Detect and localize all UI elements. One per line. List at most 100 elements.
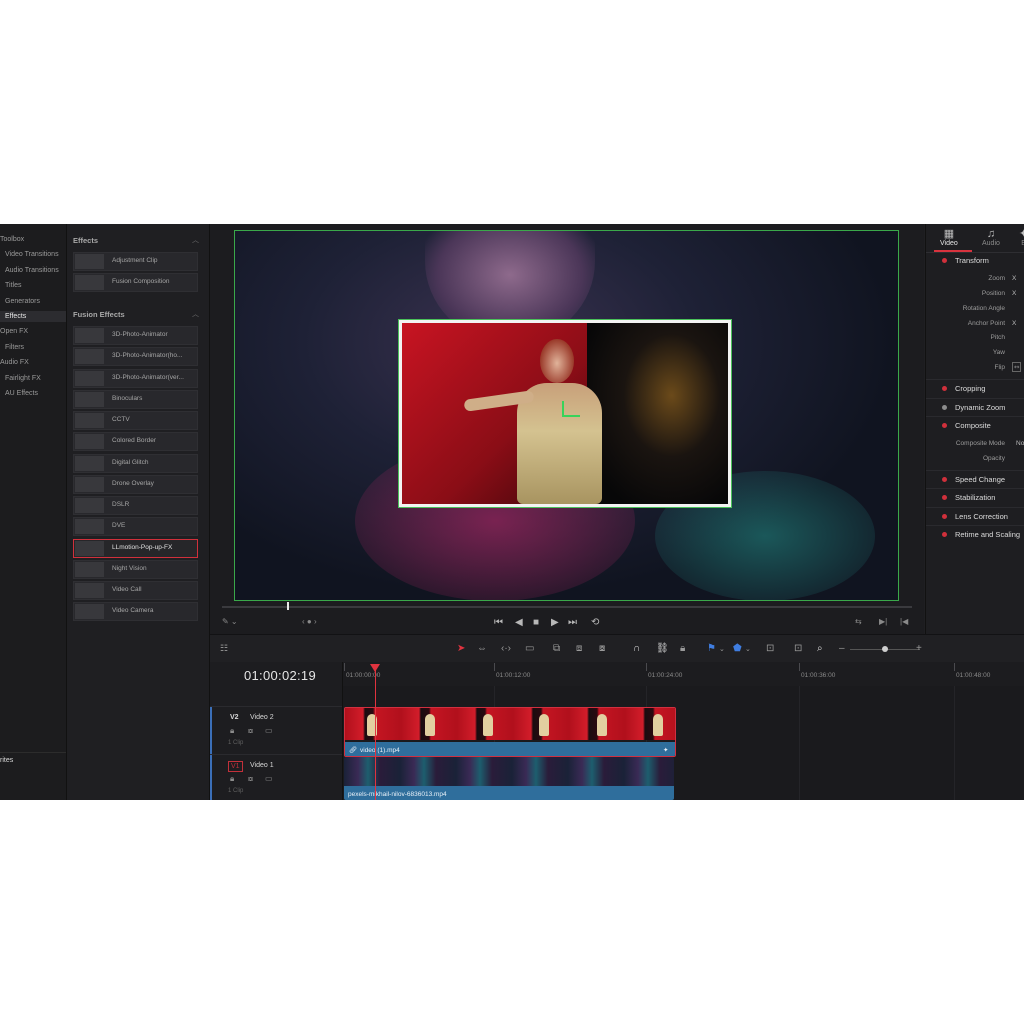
fusion-fx-icon[interactable]: ✦ xyxy=(663,746,668,754)
skip-to-end-icon[interactable]: ⏭ xyxy=(568,617,577,628)
effect-dslr[interactable]: DSLR xyxy=(73,496,198,515)
effect-video-camera[interactable]: Video Camera xyxy=(73,602,198,621)
effect-3d-photo-animator[interactable]: 3D-Photo-Animator xyxy=(73,326,198,345)
collapse-chevron-icon[interactable]: ︿ xyxy=(192,235,199,245)
toolbox-item-toolbox[interactable]: Toolbox xyxy=(0,236,24,243)
marker-dropdown-chevron-icon[interactable]: ⌄ xyxy=(745,645,751,653)
jog-control-icon[interactable]: ‹ ● › xyxy=(302,617,317,626)
lens-correction-header[interactable]: Lens Correction xyxy=(955,512,1008,521)
composite-enable-toggle[interactable] xyxy=(942,423,947,428)
effect-digital-glitch[interactable]: Digital Glitch xyxy=(73,454,198,473)
tab-video[interactable]: ▦ Video xyxy=(940,229,958,248)
stabilization-enable-toggle[interactable] xyxy=(942,495,947,500)
next-edit-icon[interactable]: ▶| xyxy=(879,617,887,626)
lens-correction-enable-toggle[interactable] xyxy=(942,514,947,519)
composite-mode-select[interactable]: No xyxy=(1016,440,1024,447)
clip-v2-video[interactable]: 🔗︎ video (1).mp4 ✦ xyxy=(344,707,676,757)
lock-icon[interactable]: 🔒︎ xyxy=(230,726,234,736)
zoom-custom-icon[interactable]: ⌕ xyxy=(817,643,823,654)
effects-section-header[interactable]: Effects xyxy=(73,236,98,245)
blade-tool-icon[interactable]: ▭ xyxy=(525,643,534,654)
toolbox-item-filters[interactable]: Filters xyxy=(5,344,24,351)
effect-drone-overlay[interactable]: Drone Overlay xyxy=(73,475,198,494)
lock-icon[interactable]: 🔒︎ xyxy=(230,774,234,784)
retime-scaling-enable-toggle[interactable] xyxy=(942,532,947,537)
toolbox-item-video-transitions[interactable]: Video Transitions xyxy=(5,251,59,258)
zoom-in-icon[interactable]: + xyxy=(916,643,922,654)
track-name[interactable]: Video 1 xyxy=(250,762,274,769)
overwrite-clip-icon[interactable]: ⧈ xyxy=(576,643,582,654)
stop-icon[interactable]: ■ xyxy=(533,617,539,628)
zoom-detail-icon[interactable]: ⊡ xyxy=(794,643,802,654)
transform-anchor-icon[interactable] xyxy=(562,401,580,417)
insert-clip-icon[interactable]: ⧉ xyxy=(553,643,560,654)
track-v1-header[interactable]: V1 Video 1 🔒︎ ⧇ ▭ 1 Clip xyxy=(210,754,342,800)
previous-edit-icon[interactable]: |◀ xyxy=(900,617,908,626)
favorites-label[interactable]: rites xyxy=(0,757,13,764)
track-v2-header[interactable]: V2 Video 2 🔒︎ ⧇ ▭ 1 Clip xyxy=(210,706,342,755)
auto-select-icon[interactable]: ⧇ xyxy=(248,774,253,784)
loop-icon[interactable]: ⟲ xyxy=(591,617,599,628)
timeline-tracks-area[interactable]: 🔗︎ video (1).mp4 ✦ pexels-mikhail-nilov-… xyxy=(343,686,1024,800)
playhead-handle[interactable] xyxy=(370,664,380,672)
toolbox-item-fairlight-fx[interactable]: Fairlight FX xyxy=(5,375,41,382)
tab-audio[interactable]: ♫ Audio xyxy=(982,229,1000,248)
effect-llmotion-pop-up-fx[interactable]: LLmotion-Pop-up-FX xyxy=(73,539,198,558)
position-x-field[interactable]: X xyxy=(1012,290,1016,297)
play-reverse-icon[interactable]: ◀ xyxy=(515,617,523,628)
effect-3d-photo-animator-ver[interactable]: 3D-Photo-Animator(ver... xyxy=(73,369,198,388)
trim-tool-icon[interactable]: ⇔ xyxy=(477,643,487,654)
cropping-header[interactable]: Cropping xyxy=(955,384,985,393)
effect-cctv[interactable]: CCTV xyxy=(73,411,198,430)
flip-horizontal-icon[interactable]: ⇿ xyxy=(1012,362,1022,372)
transform-header[interactable]: Transform xyxy=(955,256,989,265)
toolbox-item-titles[interactable]: Titles xyxy=(5,282,21,289)
effect-video-call[interactable]: Video Call xyxy=(73,581,198,600)
retime-scaling-header[interactable]: Retime and Scaling xyxy=(955,530,1020,539)
auto-select-icon[interactable]: ⧇ xyxy=(248,726,253,736)
toolbox-item-audio-transitions[interactable]: Audio Transitions xyxy=(5,267,59,274)
timecode-display[interactable]: 01:00:02:19 xyxy=(244,668,316,683)
dynamic-trim-icon[interactable]: ‹·› xyxy=(501,643,511,654)
effect-colored-border[interactable]: Colored Border xyxy=(73,432,198,451)
track-visibility-icon[interactable]: ▭ xyxy=(265,774,273,783)
composite-header[interactable]: Composite xyxy=(955,421,991,430)
zoom-x-field[interactable]: X xyxy=(1012,275,1016,282)
zoom-out-icon[interactable]: – xyxy=(839,643,845,654)
effect-night-vision[interactable]: Night Vision xyxy=(73,560,198,579)
track-id[interactable]: V1 xyxy=(228,761,243,772)
marker-icon[interactable]: ⬟ xyxy=(733,643,742,654)
playhead[interactable] xyxy=(375,666,376,800)
toolbox-item-open-fx[interactable]: Open FX xyxy=(0,328,28,335)
effect-3d-photo-animator-ho[interactable]: 3D-Photo-Animator(ho... xyxy=(73,347,198,366)
speed-change-enable-toggle[interactable] xyxy=(942,477,947,482)
match-frame-icon[interactable]: ⇆ xyxy=(855,617,862,626)
fusion-effects-section-header[interactable]: Fusion Effects xyxy=(73,310,125,319)
timeline-view-options-icon[interactable]: ☷ xyxy=(220,643,228,654)
toolbox-item-audio-fx[interactable]: Audio FX xyxy=(0,359,29,366)
replace-clip-icon[interactable]: ⧇ xyxy=(599,643,605,654)
effect-dve[interactable]: DVE xyxy=(73,517,198,536)
viewer-frame[interactable] xyxy=(234,230,899,601)
transform-enable-toggle[interactable] xyxy=(942,258,947,263)
toolbox-item-generators[interactable]: Generators xyxy=(5,298,40,305)
flag-icon[interactable]: ⚑ xyxy=(707,643,716,654)
flag-dropdown-chevron-icon[interactable]: ⌄ xyxy=(719,645,725,653)
track-id[interactable]: V2 xyxy=(228,713,241,722)
linked-selection-icon[interactable]: ⛓ xyxy=(656,643,669,654)
dynamic-zoom-enable-toggle[interactable] xyxy=(942,405,947,410)
effect-binoculars[interactable]: Binoculars xyxy=(73,390,198,409)
track-name[interactable]: Video 2 xyxy=(250,714,274,721)
dynamic-zoom-header[interactable]: Dynamic Zoom xyxy=(955,403,1005,412)
skip-to-start-icon[interactable]: ⏮ xyxy=(494,617,503,628)
toolbox-item-effects[interactable]: Effects xyxy=(0,311,66,322)
scrubber-handle[interactable] xyxy=(287,602,289,610)
snapping-icon[interactable]: ∩ xyxy=(633,643,640,654)
play-icon[interactable]: ▶ xyxy=(551,617,559,628)
anchor-x-field[interactable]: X xyxy=(1012,320,1016,327)
stabilization-header[interactable]: Stabilization xyxy=(955,493,995,502)
pop-up-video-inset[interactable] xyxy=(399,320,731,507)
position-lock-icon[interactable]: 🔒︎ xyxy=(680,643,685,654)
timeline-ruler[interactable]: 01:00:00:00 01:00:12:00 01:00:24:00 01:0… xyxy=(343,662,1024,687)
cropping-enable-toggle[interactable] xyxy=(942,386,947,391)
